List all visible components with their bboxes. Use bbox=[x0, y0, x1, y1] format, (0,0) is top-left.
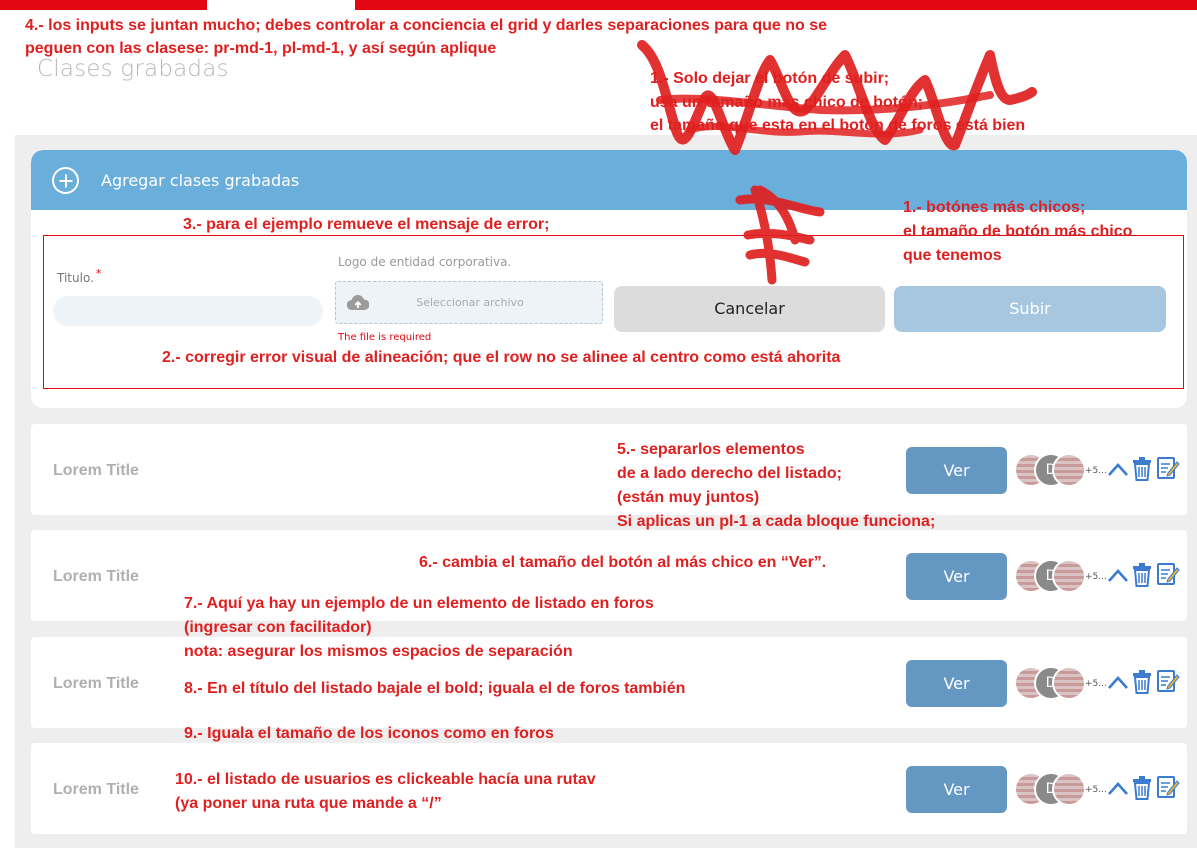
list-item-title[interactable]: Lorem Title bbox=[53, 675, 139, 693]
more-users-count[interactable]: +5... bbox=[1085, 679, 1107, 689]
avatar bbox=[1052, 666, 1086, 700]
avatar bbox=[1052, 772, 1086, 806]
trash-icon[interactable] bbox=[1131, 669, 1153, 695]
top-nav-bar-right bbox=[355, 0, 1197, 10]
annotation-upload-line1: 1.- Solo dejar el botón de subir; bbox=[650, 70, 890, 87]
annotation-1-line3: que tenemos bbox=[903, 247, 1002, 264]
trash-icon[interactable] bbox=[1131, 562, 1153, 588]
annotation-5-line2: de a lado derecho del listado; bbox=[617, 465, 842, 482]
annotation-5-line1: 5.- separarlos elementos bbox=[617, 441, 805, 458]
annotation-4-line2: peguen con las clasese: pr-md-1, pl-md-1… bbox=[25, 40, 497, 57]
chevron-up-icon[interactable] bbox=[1107, 459, 1129, 479]
trash-icon[interactable] bbox=[1131, 456, 1153, 482]
avatar bbox=[1052, 453, 1086, 487]
chevron-up-icon[interactable] bbox=[1107, 778, 1129, 798]
more-users-count[interactable]: +5... bbox=[1085, 572, 1107, 582]
view-button[interactable]: Ver bbox=[906, 447, 1007, 494]
annotation-2: 2.- corregir error visual de alineación;… bbox=[162, 349, 841, 366]
list-item-title[interactable]: Lorem Title bbox=[53, 568, 139, 586]
top-nav-bar-left bbox=[0, 0, 207, 10]
more-users-count[interactable]: +5... bbox=[1085, 785, 1107, 795]
page: Clases grabadas Agregar clases grabadas … bbox=[0, 0, 1197, 848]
edit-icon[interactable] bbox=[1156, 668, 1180, 694]
annotation-10-line1: 10.- el listado de usuarios es clickeabl… bbox=[175, 771, 596, 788]
view-button[interactable]: Ver bbox=[906, 766, 1007, 813]
view-button[interactable]: Ver bbox=[906, 660, 1007, 707]
annotation-5-line4: Si aplicas un pl-1 a cada bloque funcion… bbox=[617, 513, 936, 530]
annotation-upload-line2: usa un tamaño más chico de botón; bbox=[650, 94, 923, 111]
view-button[interactable]: Ver bbox=[906, 553, 1007, 600]
annotation-7-line2: (ingresar con facilitador) bbox=[184, 619, 372, 636]
annotation-6: 6.- cambia el tamaño del botón al más ch… bbox=[419, 554, 827, 571]
annotation-1-line1: 1.- botónes más chicos; bbox=[903, 199, 1086, 216]
list-item: Lorem Title Ver D +5... bbox=[31, 424, 1187, 515]
add-class-title: Agregar clases grabadas bbox=[101, 171, 300, 190]
annotation-7-line1: 7.- Aquí ya hay un ejemplo de un element… bbox=[184, 595, 654, 612]
annotation-9: 9.- Iguala el tamaño de los iconos como … bbox=[184, 725, 554, 742]
annotation-5-line3: (están muy juntos) bbox=[617, 489, 760, 506]
annotation-7-line3: nota: asegurar los mismos espacios de se… bbox=[184, 643, 573, 660]
user-avatars[interactable]: D bbox=[1014, 666, 1086, 700]
annotation-upload-line3: el tamaño que esta en el botón de foros … bbox=[650, 117, 1026, 134]
edit-icon[interactable] bbox=[1156, 774, 1180, 800]
avatar bbox=[1052, 559, 1086, 593]
edit-icon[interactable] bbox=[1156, 561, 1180, 587]
user-avatars[interactable]: D bbox=[1014, 559, 1086, 593]
user-avatars[interactable]: D bbox=[1014, 772, 1086, 806]
chevron-up-icon[interactable] bbox=[1107, 672, 1129, 692]
list-item-title[interactable]: Lorem Title bbox=[53, 462, 139, 480]
annotation-3: 3.- para el ejemplo remueve el mensaje d… bbox=[183, 216, 550, 233]
annotation-4-line1: 4.- los inputs se juntan mucho; debes co… bbox=[25, 17, 828, 34]
annotation-10-line2: (ya poner una ruta que mande a “/” bbox=[175, 795, 442, 812]
list-item-title[interactable]: Lorem Title bbox=[53, 781, 139, 799]
annotation-1-line2: el tamaño de botón más chico bbox=[903, 223, 1133, 240]
plus-circle-icon[interactable] bbox=[52, 167, 79, 194]
chevron-up-icon[interactable] bbox=[1107, 565, 1129, 585]
annotation-8: 8.- En el título del listado bajale el b… bbox=[184, 680, 686, 697]
more-users-count[interactable]: +5... bbox=[1085, 466, 1107, 476]
edit-icon[interactable] bbox=[1156, 455, 1180, 481]
user-avatars[interactable]: D bbox=[1014, 453, 1086, 487]
trash-icon[interactable] bbox=[1131, 775, 1153, 801]
